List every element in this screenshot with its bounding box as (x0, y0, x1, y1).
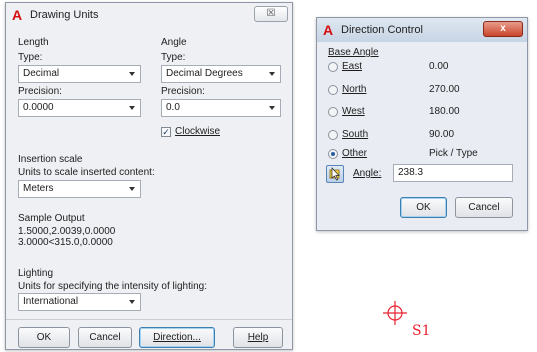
lighting-select[interactable]: International (18, 293, 141, 311)
other-radio[interactable] (328, 149, 338, 159)
angle-input[interactable]: 238.3 (393, 164, 513, 182)
west-value: 180.00 (429, 106, 460, 117)
length-type-select[interactable]: Decimal (18, 65, 141, 83)
pick-angle-button[interactable] (326, 165, 344, 183)
north-radio[interactable] (328, 85, 338, 95)
help-button[interactable]: Help (233, 327, 283, 348)
length-precision-select[interactable]: 0.0000 (18, 99, 141, 117)
east-label[interactable]: East (342, 61, 362, 72)
insertion-scale-heading: Insertion scale (18, 154, 83, 165)
clockwise-checkbox[interactable]: ✓ (161, 127, 171, 137)
angle-type-select[interactable]: Decimal Degrees (161, 65, 281, 83)
west-label[interactable]: West (342, 106, 365, 117)
angle-label: Angle: (353, 168, 382, 179)
pick-point-icon (329, 167, 340, 181)
direction-ok-button[interactable]: OK (400, 197, 447, 218)
clockwise-label[interactable]: Clockwise (175, 126, 220, 137)
marker-label: S1 (412, 323, 431, 339)
south-label[interactable]: South (342, 129, 368, 140)
other-label[interactable]: Other (342, 148, 367, 159)
ok-button[interactable]: OK (18, 327, 70, 348)
angle-precision-value: 0.0 (166, 102, 180, 113)
chevron-down-icon (269, 72, 275, 76)
chevron-down-icon (129, 300, 135, 304)
drawing-units-title: Drawing Units (30, 9, 99, 21)
length-precision-label: Precision: (18, 86, 62, 97)
angle-precision-label: Precision: (161, 86, 205, 97)
autocad-app-icon: A (323, 22, 334, 38)
button-row-divider (6, 319, 292, 320)
angle-input-value: 238.3 (398, 167, 424, 178)
length-type-value: Decimal (23, 68, 60, 79)
west-radio[interactable] (328, 107, 338, 117)
angle-heading: Angle (161, 37, 187, 48)
length-precision-value: 0.0000 (23, 102, 54, 113)
insertion-scale-caption: Units to scale inserted content: (18, 167, 155, 178)
south-value: 90.00 (429, 129, 455, 140)
direction-button[interactable]: Direction... (139, 327, 215, 348)
insertion-scale-value: Meters (23, 183, 54, 194)
base-angle-group-label: Base Angle (328, 47, 379, 58)
length-heading: Length (18, 37, 49, 48)
north-value: 270.00 (429, 84, 460, 95)
lighting-value: International (23, 296, 79, 307)
lighting-heading: Lighting (18, 268, 54, 279)
sample-output-heading: Sample Output (18, 213, 85, 224)
drawing-units-close-button[interactable]: ☒ (254, 6, 288, 22)
length-type-label: Type: (18, 52, 43, 63)
angle-precision-select[interactable]: 0.0 (161, 99, 281, 117)
sample-output-line-1: 1.5000,2.0039,0.0000 (18, 226, 116, 237)
sample-output-line-2: 3.0000<315.0,0.0000 (18, 237, 113, 248)
east-value: 0.00 (429, 61, 449, 72)
checkmark-icon: ✓ (162, 127, 170, 137)
other-value: Pick / Type (429, 148, 478, 159)
drawing-units-dialog: A Drawing Units ☒ Length Type: Decimal P… (5, 2, 293, 350)
direction-cancel-button[interactable]: Cancel (455, 197, 513, 218)
north-label[interactable]: North (342, 84, 366, 95)
chevron-down-icon (129, 106, 135, 110)
angle-type-value: Decimal Degrees (166, 68, 243, 79)
close-icon: ☒ (266, 8, 276, 19)
direction-control-close-button[interactable]: x (483, 21, 523, 37)
autocad-app-icon: A (12, 7, 23, 23)
east-radio[interactable] (328, 62, 338, 72)
close-icon: x (500, 23, 506, 34)
direction-control-dialog: A Direction Control x Base Angle East 0.… (316, 17, 528, 231)
insertion-scale-select[interactable]: Meters (18, 180, 141, 198)
chevron-down-icon (129, 187, 135, 191)
chevron-down-icon (269, 106, 275, 110)
chevron-down-icon (129, 72, 135, 76)
lighting-caption: Units for specifying the intensity of li… (18, 281, 207, 292)
direction-control-title: Direction Control (341, 24, 423, 36)
drawing-units-titlebar: A Drawing Units ☒ (6, 3, 292, 27)
point-marker-icon (383, 301, 407, 325)
direction-control-titlebar: A Direction Control x (317, 18, 527, 42)
south-radio[interactable] (328, 130, 338, 140)
angle-type-label: Type: (161, 52, 186, 63)
cancel-button[interactable]: Cancel (78, 327, 132, 348)
